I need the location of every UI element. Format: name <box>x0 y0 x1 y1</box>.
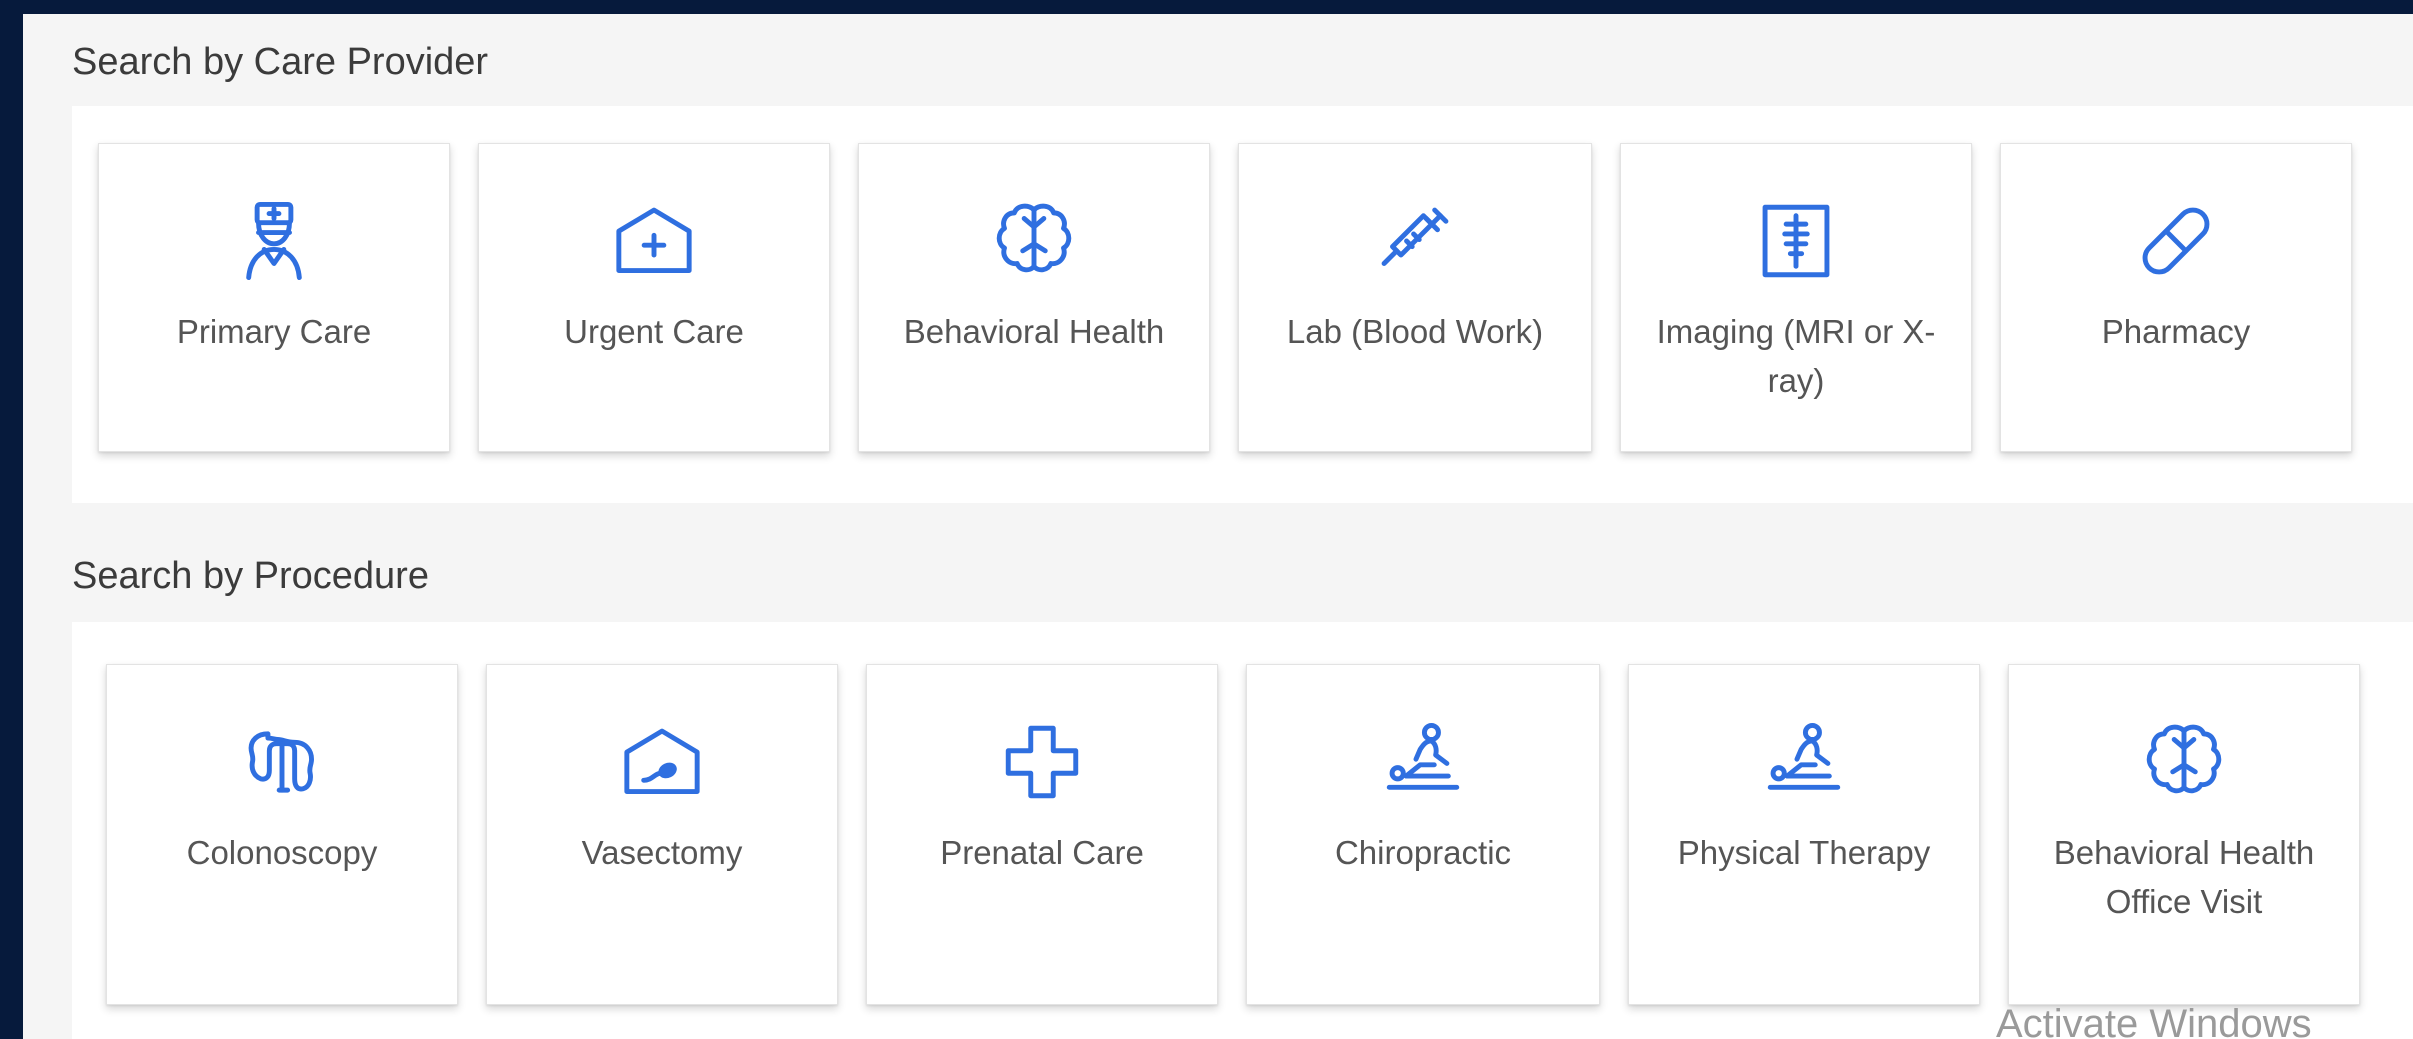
card-label: Prenatal Care <box>940 834 1144 871</box>
card-label: Pharmacy <box>2101 313 2251 350</box>
card-lab-blood-work[interactable]: Lab (Blood Work) <box>1238 143 1592 452</box>
activate-windows-watermark: Activate Windows <box>1996 1002 2312 1039</box>
main-panel: Search by Care Provider Primary Care Urg… <box>23 14 2413 1039</box>
pill-icon <box>2131 196 2221 286</box>
card-chiropractic[interactable]: Chiropractic <box>1246 664 1600 1005</box>
syringe-icon <box>1370 196 1460 286</box>
card-label: Chiropractic <box>1334 834 1512 871</box>
brain-icon <box>989 196 1079 286</box>
card-behavioral-health[interactable]: Behavioral Health <box>858 143 1210 452</box>
colon-icon <box>237 717 327 807</box>
card-vasectomy[interactable]: Vasectomy <box>486 664 838 1005</box>
section-title-procedure: Search by Procedure <box>72 555 429 597</box>
card-physical-therapy[interactable]: Physical Therapy <box>1628 664 1980 1005</box>
card-colonoscopy[interactable]: Colonoscopy <box>106 664 458 1005</box>
card-label: Primary Care <box>176 313 372 350</box>
card-label: Behavioral Health <box>903 313 1165 350</box>
card-prenatal-care[interactable]: Prenatal Care <box>866 664 1218 1005</box>
procedure-band: Colonoscopy Vasectomy Prenatal Care Chir… <box>72 622 2413 1039</box>
section-title-care-provider: Search by Care Provider <box>72 41 489 83</box>
card-label: Urgent Care <box>564 313 744 350</box>
card-imaging[interactable]: Imaging (MRI or X-ray) <box>1620 143 1972 452</box>
card-behavioral-health-office-visit[interactable]: Behavioral Health Office Visit <box>2008 664 2360 1005</box>
card-label: Lab (Blood Work) <box>1286 313 1544 350</box>
brain-icon <box>2139 717 2229 807</box>
massage-table-icon <box>1759 717 1849 807</box>
card-label: Physical Therapy <box>1677 834 1931 871</box>
nurse-icon <box>229 196 319 286</box>
card-label: Imaging (MRI or X-ray) <box>1656 313 1936 399</box>
card-label: Vasectomy <box>581 834 743 871</box>
medical-building-icon <box>609 196 699 286</box>
card-urgent-care[interactable]: Urgent Care <box>478 143 830 452</box>
medical-cross-icon <box>997 717 1087 807</box>
x-ray-icon <box>1751 196 1841 286</box>
card-primary-care[interactable]: Primary Care <box>98 143 450 452</box>
care-provider-band: Primary Care Urgent Care Behavioral Heal… <box>72 106 2413 503</box>
massage-table-icon <box>1378 717 1468 807</box>
card-pharmacy[interactable]: Pharmacy <box>2000 143 2352 452</box>
sperm-building-icon <box>617 717 707 807</box>
card-label: Colonoscopy <box>186 834 378 871</box>
card-label: Behavioral Health Office Visit <box>2053 834 2315 920</box>
